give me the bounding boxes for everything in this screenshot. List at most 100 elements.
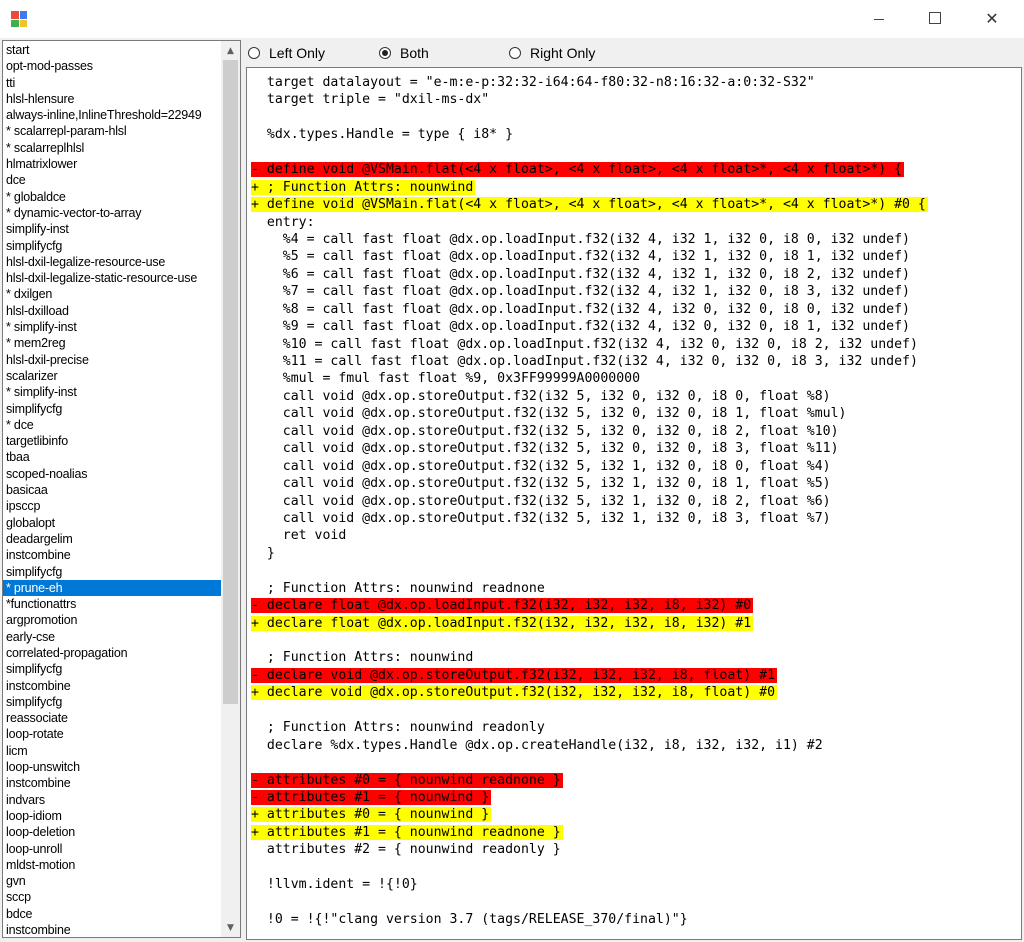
diff-line-text: call void @dx.op.storeOutput.f32(i32 5, … <box>251 388 831 404</box>
list-item[interactable]: * scalarrepl-param-hlsl <box>3 123 222 139</box>
diff-line-text <box>251 895 253 910</box>
list-item[interactable]: *functionattrs <box>3 596 222 612</box>
diff-line: call void @dx.op.storeOutput.f32(i32 5, … <box>251 493 1011 510</box>
list-item[interactable]: always-inline,InlineThreshold=22949 <box>3 107 222 123</box>
diff-line-text: %6 = call fast float @dx.op.loadInput.f3… <box>251 266 910 282</box>
diff-line-text: + attributes #0 = { nounwind } <box>251 807 492 823</box>
app-icon[interactable] <box>11 11 27 27</box>
list-item[interactable]: * globaldce <box>3 189 222 205</box>
list-item[interactable]: simplifycfg <box>3 694 222 710</box>
list-item[interactable]: deadargelim <box>3 531 222 547</box>
list-item[interactable]: * prune-eh <box>3 579 222 597</box>
diff-line-text: declare %dx.types.Handle @dx.op.createHa… <box>251 737 823 753</box>
diff-line: call void @dx.op.storeOutput.f32(i32 5, … <box>251 458 1011 475</box>
radio-circle-icon[interactable] <box>509 47 521 59</box>
list-item[interactable]: instcombine <box>3 678 222 694</box>
list-item[interactable]: argpromotion <box>3 612 222 628</box>
list-item[interactable]: basicaa <box>3 482 222 498</box>
list-item[interactable]: simplifycfg <box>3 401 222 417</box>
diff-line-added: + declare float @dx.op.loadInput.f32(i32… <box>251 615 1011 632</box>
list-item[interactable]: loop-rotate <box>3 726 222 742</box>
list-item[interactable]: loop-deletion <box>3 824 222 840</box>
diff-line-removed: - attributes #1 = { nounwind } <box>251 789 1011 806</box>
list-item[interactable]: loop-idiom <box>3 808 222 824</box>
diff-line: !llvm.ident = !{!0} <box>251 876 1011 893</box>
diff-line <box>251 109 1011 126</box>
diff-line: declare %dx.types.Handle @dx.op.createHa… <box>251 737 1011 754</box>
list-item[interactable]: scalarizer <box>3 368 222 384</box>
list-item[interactable]: correlated-propagation <box>3 645 222 661</box>
list-item[interactable]: sccp <box>3 889 222 905</box>
list-item[interactable]: simplify-inst <box>3 221 222 237</box>
diff-line-text: ; Function Attrs: nounwind readnone <box>251 580 545 596</box>
diff-line: %6 = call fast float @dx.op.loadInput.f3… <box>251 266 1011 283</box>
list-item[interactable]: simplifycfg <box>3 238 222 254</box>
list-item[interactable]: instcombine <box>3 547 222 563</box>
diff-line <box>251 562 1011 579</box>
left-only-radio[interactable]: Left Only <box>248 44 325 62</box>
minimize-button[interactable] <box>856 0 902 36</box>
list-item[interactable]: bdce <box>3 906 222 922</box>
list-item[interactable]: simplifycfg <box>3 661 222 677</box>
list-item[interactable]: indvars <box>3 792 222 808</box>
list-item[interactable]: mldst-motion <box>3 857 222 873</box>
diff-line-text: - declare float @dx.op.loadInput.f32(i32… <box>251 598 754 614</box>
list-item[interactable]: * simplify-inst <box>3 319 222 335</box>
list-item[interactable]: hlmatrixlower <box>3 156 222 172</box>
diff-line-text: %9 = call fast float @dx.op.loadInput.f3… <box>251 319 910 335</box>
list-item[interactable]: loop-unroll <box>3 841 222 857</box>
list-item[interactable]: * dxilgen <box>3 286 222 302</box>
scroll-down-arrow-icon[interactable]: ▼ <box>221 919 240 936</box>
both-radio[interactable]: Both <box>379 44 429 62</box>
diff-line: %dx.types.Handle = type { i8* } <box>251 126 1011 143</box>
list-item[interactable]: hlsl-dxil-precise <box>3 352 222 368</box>
radio-circle-icon[interactable] <box>248 47 260 59</box>
close-button[interactable]: ✕ <box>969 0 1015 36</box>
list-item[interactable]: * dynamic-vector-to-array <box>3 205 222 221</box>
diff-view[interactable]: target datalayout = "e-m:e-p:32:32-i64:6… <box>246 67 1022 940</box>
list-item[interactable]: instcombine <box>3 775 222 791</box>
list-item[interactable]: tbaa <box>3 449 222 465</box>
list-item[interactable]: loop-unswitch <box>3 759 222 775</box>
diff-line-text: %4 = call fast float @dx.op.loadInput.f3… <box>251 231 910 247</box>
diff-line-added: + define void @VSMain.flat(<4 x float>, … <box>251 196 1011 213</box>
list-item[interactable]: gvn <box>3 873 222 889</box>
close-icon: ✕ <box>985 8 999 28</box>
list-item[interactable]: opt-mod-passes <box>3 58 222 74</box>
list-item[interactable]: * simplify-inst <box>3 384 222 400</box>
list-item[interactable]: licm <box>3 743 222 759</box>
list-item[interactable]: start <box>3 42 222 58</box>
maximize-button[interactable] <box>912 0 958 36</box>
list-item[interactable]: hlsl-dxil-legalize-resource-use <box>3 254 222 270</box>
list-item[interactable]: targetlibinfo <box>3 433 222 449</box>
list-item[interactable]: simplifycfg <box>3 564 222 580</box>
list-item[interactable]: hlsl-hlensure <box>3 91 222 107</box>
list-item[interactable]: hlsl-dxilload <box>3 303 222 319</box>
list-item[interactable]: early-cse <box>3 629 222 645</box>
list-item[interactable]: ipsccp <box>3 498 222 514</box>
pass-list-scrollbar[interactable]: ▲ ▼ <box>221 41 240 937</box>
pass-list-items: start opt-mod-passes tti hlsl-hlensure alway… <box>3 42 222 937</box>
list-item[interactable]: dce <box>3 172 222 188</box>
list-item[interactable]: instcombine <box>3 922 222 937</box>
list-item[interactable]: * mem2reg <box>3 335 222 351</box>
diff-line-text: call void @dx.op.storeOutput.f32(i32 5, … <box>251 423 839 439</box>
diff-line-added: + attributes #0 = { nounwind } <box>251 806 1011 823</box>
list-item[interactable]: tti <box>3 75 222 91</box>
diff-line: attributes #2 = { nounwind readonly } <box>251 841 1011 858</box>
right-only-radio[interactable]: Right Only <box>509 44 595 62</box>
diff-line-text: ; Function Attrs: nounwind readonly <box>251 720 545 736</box>
list-item[interactable]: hlsl-dxil-legalize-static-resource-use <box>3 270 222 286</box>
diff-line: } <box>251 545 1011 562</box>
scroll-up-arrow-icon[interactable]: ▲ <box>221 42 240 59</box>
list-item[interactable]: * dce <box>3 417 222 433</box>
list-item[interactable]: * scalarreplhlsl <box>3 140 222 156</box>
pass-list[interactable]: start opt-mod-passes tti hlsl-hlensure alway… <box>2 40 241 938</box>
list-item[interactable]: scoped-noalias <box>3 466 222 482</box>
list-item[interactable]: reassociate <box>3 710 222 726</box>
scrollbar-thumb[interactable] <box>223 60 238 704</box>
list-item[interactable]: globalopt <box>3 515 222 531</box>
diff-line-added: + ; Function Attrs: nounwind <box>251 179 1011 196</box>
diff-line-removed: - define void @VSMain.flat(<4 x float>, … <box>251 161 1011 178</box>
radio-circle-icon[interactable] <box>379 47 391 59</box>
